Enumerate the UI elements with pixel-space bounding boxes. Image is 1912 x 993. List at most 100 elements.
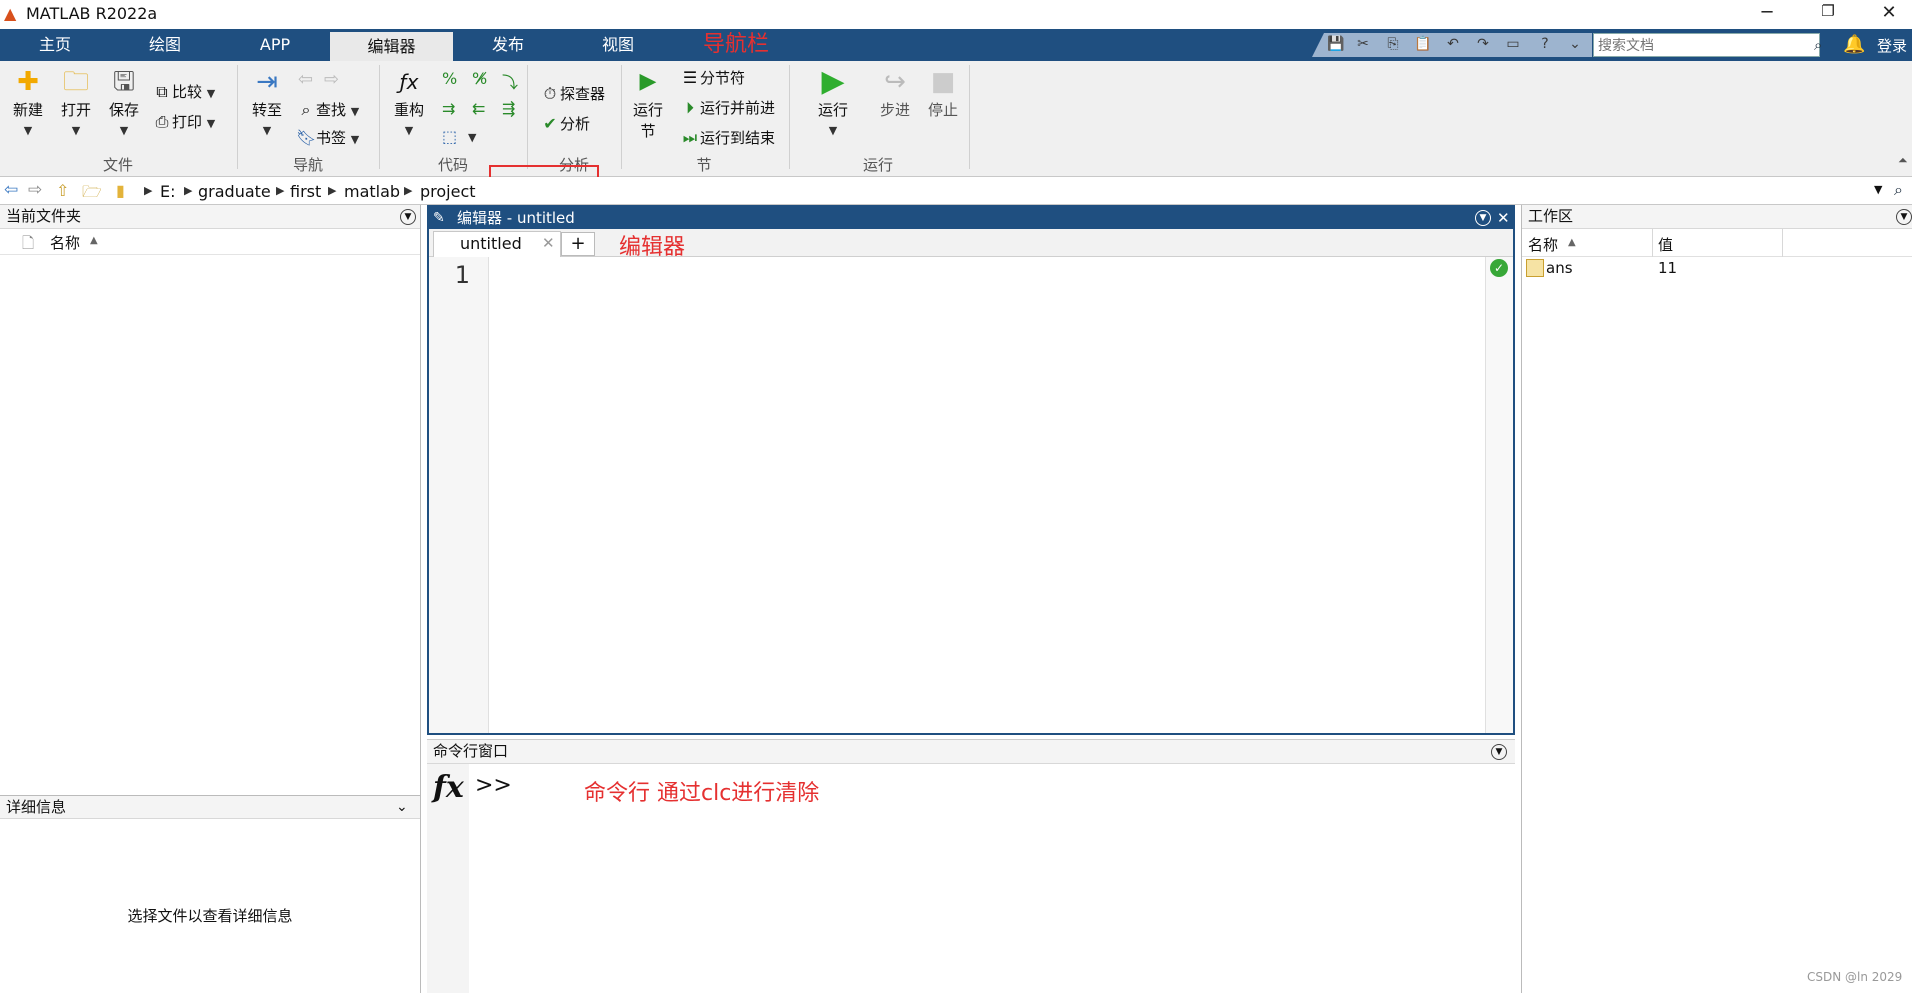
insert-function-icon[interactable]: ⬚ (442, 127, 457, 146)
tab-apps[interactable]: APP (220, 29, 330, 61)
tab-view[interactable]: 视图 (563, 29, 673, 61)
run-to-end-button[interactable]: ⏭ 运行到结束 (680, 127, 775, 148)
chevron-down-icon[interactable]: ▼ (468, 131, 476, 144)
search-icon: ⌕ (301, 100, 311, 119)
fx-icon[interactable]: fx (433, 770, 464, 805)
minimize-button[interactable]: ─ (1744, 2, 1790, 26)
run-and-advance-button[interactable]: ⏵ 运行并前进 (680, 97, 775, 118)
search-icon[interactable]: ⌕ (1894, 180, 1903, 200)
editor-tab-untitled[interactable]: untitled ✕ (433, 231, 561, 257)
help-icon[interactable]: ? (1534, 33, 1556, 55)
profiler-icon: ⏱ (543, 84, 557, 103)
compare-button[interactable]: ⧉ 比较 ▼ (152, 81, 215, 102)
forward-arrow-icon[interactable]: ⇨ (324, 69, 339, 90)
browse-folder-icon[interactable]: 🗁 (82, 181, 102, 208)
step-button[interactable]: ↪ 步进 (874, 65, 916, 120)
group-label-run: 运行 (862, 156, 893, 174)
tab-publish[interactable]: 发布 (453, 29, 563, 61)
section-break-button[interactable]: ☰ 分节符 (680, 67, 745, 88)
bell-icon[interactable]: 🔔 (1843, 34, 1865, 55)
group-label-file: 文件 (102, 156, 133, 174)
comment-icon[interactable]: % (442, 69, 457, 88)
goto-button[interactable]: ⇥ 转至 ▼ (246, 65, 288, 138)
back-arrow-icon[interactable]: ⇦ (4, 180, 18, 200)
column-header-name[interactable]: 名称 (50, 232, 80, 253)
goto-arrow-icon: ⇥ (256, 67, 278, 97)
breadcrumb-project[interactable]: project (420, 182, 476, 201)
plus-icon: ✚ (17, 67, 39, 97)
table-row[interactable]: ans 11 (1522, 257, 1912, 281)
smart-indent-icon[interactable]: ⇉ (442, 99, 455, 118)
bookmark-button[interactable]: 🔖︎书签 ▼ (296, 127, 359, 148)
check-icon[interactable]: ✓ (1490, 259, 1508, 277)
tab-home[interactable]: 主页 (0, 29, 110, 61)
undo-icon[interactable]: ↶ (1442, 33, 1464, 55)
close-button[interactable]: ✕ (1866, 2, 1912, 26)
stop-button[interactable]: ■ 停止 (922, 65, 964, 120)
forward-arrow-icon[interactable]: ⇨ (28, 180, 42, 200)
run-section-button[interactable]: ▶ 运行 节 (628, 65, 668, 141)
folder-icon: ▮ (116, 181, 125, 200)
copy-icon[interactable]: ⎘ (1382, 33, 1404, 55)
editor-tab-strip: untitled ✕ + 编辑器 (429, 229, 1513, 260)
decrease-indent-icon[interactable]: ⇇ (472, 99, 485, 118)
run-button[interactable]: ▶ 运行 ▼ (812, 65, 854, 138)
chevron-down-icon[interactable]: ▼ (1874, 183, 1882, 196)
line-number: 1 (454, 261, 470, 289)
play-icon: ▶ (821, 64, 845, 99)
tab-editor[interactable]: 编辑器 (330, 29, 453, 61)
save-button[interactable]: 🖫 保存 ▼ (104, 65, 144, 138)
run-advance-icon: ⏵ (685, 98, 694, 117)
cut-icon[interactable]: ✂ (1352, 33, 1374, 55)
breadcrumb-matlab[interactable]: matlab (344, 182, 400, 201)
close-tab-icon[interactable]: ✕ (542, 234, 555, 252)
breadcrumb-graduate[interactable]: graduate (198, 182, 271, 201)
panel-menu-icon[interactable]: ▼ (1475, 210, 1491, 226)
switch-window-icon[interactable]: ▭ (1502, 33, 1524, 55)
close-icon[interactable]: ✕ (1497, 207, 1510, 229)
chevron-down-icon: ▼ (262, 124, 272, 137)
breadcrumb-drive[interactable]: E: (160, 182, 176, 201)
login-link[interactable]: 登录 (1877, 35, 1907, 56)
title-bar: ▲ MATLAB R2022a ─ ❐ ✕ (0, 0, 1912, 29)
workspace-title: 工作区 (1528, 207, 1574, 225)
uncomment-icon[interactable]: %̸ (472, 69, 487, 88)
profiler-button[interactable]: ⏱ 探查器 (540, 83, 605, 104)
address-bar: ⇦ ⇨ ⇧ 🗁 ▮ ▶ E: ▶ graduate ▶ first ▶ matl… (0, 177, 1912, 205)
increase-indent-icon[interactable]: ⇶ (502, 99, 515, 118)
up-folder-icon[interactable]: ⇧ (56, 181, 69, 200)
chevron-down-icon[interactable]: ⌄ (396, 796, 408, 819)
compare-icon: ⧉ (156, 82, 168, 101)
panel-menu-icon[interactable]: ▼ (1896, 209, 1912, 225)
chevron-down-icon[interactable]: ⌄ (1564, 33, 1586, 55)
save-icon[interactable]: 💾 (1325, 33, 1347, 55)
restore-button[interactable]: ❐ (1805, 2, 1851, 26)
column-header-name[interactable]: 名称 (1528, 234, 1558, 255)
command-title: 命令行窗口 (433, 742, 509, 760)
chevron-right-icon: ▶ (144, 184, 153, 197)
new-button[interactable]: ✚ 新建 ▼ (8, 65, 48, 138)
search-icon[interactable]: ⌕ (1814, 36, 1822, 54)
analyze-button[interactable]: ✔ 分析 (540, 113, 590, 134)
panel-menu-icon[interactable]: ▼ (400, 209, 416, 225)
add-tab-button[interactable]: + (561, 232, 595, 256)
divider (1782, 229, 1783, 257)
breadcrumb-first[interactable]: first (290, 182, 321, 201)
workspace-table-header: 名称 ▲ 值 (1522, 229, 1912, 257)
column-header-value[interactable]: 值 (1658, 234, 1673, 255)
matlab-logo-icon: ▲ (4, 4, 17, 23)
panel-menu-icon[interactable]: ▼ (1491, 744, 1507, 760)
sort-asc-icon: ▲ (90, 235, 98, 246)
refactor-button[interactable]: ƒx 重构 ▼ (388, 65, 430, 138)
tab-plots[interactable]: 绘图 (110, 29, 220, 61)
back-arrow-icon[interactable]: ⇦ (298, 69, 313, 90)
open-button[interactable]: 🗀 打开 ▼ (56, 65, 96, 138)
redo-icon[interactable]: ↷ (1472, 33, 1494, 55)
collapse-ribbon-icon[interactable]: ⏶ (1898, 153, 1908, 168)
find-button[interactable]: ⌕ 查找 ▼ (296, 99, 360, 120)
wrap-comment-icon[interactable]: ⤵ (502, 69, 518, 93)
paste-icon[interactable]: 📋 (1412, 33, 1434, 55)
code-area[interactable] (490, 257, 1485, 733)
search-input[interactable] (1593, 33, 1820, 57)
print-button[interactable]: ⎙ 打印 ▼ (152, 111, 216, 132)
